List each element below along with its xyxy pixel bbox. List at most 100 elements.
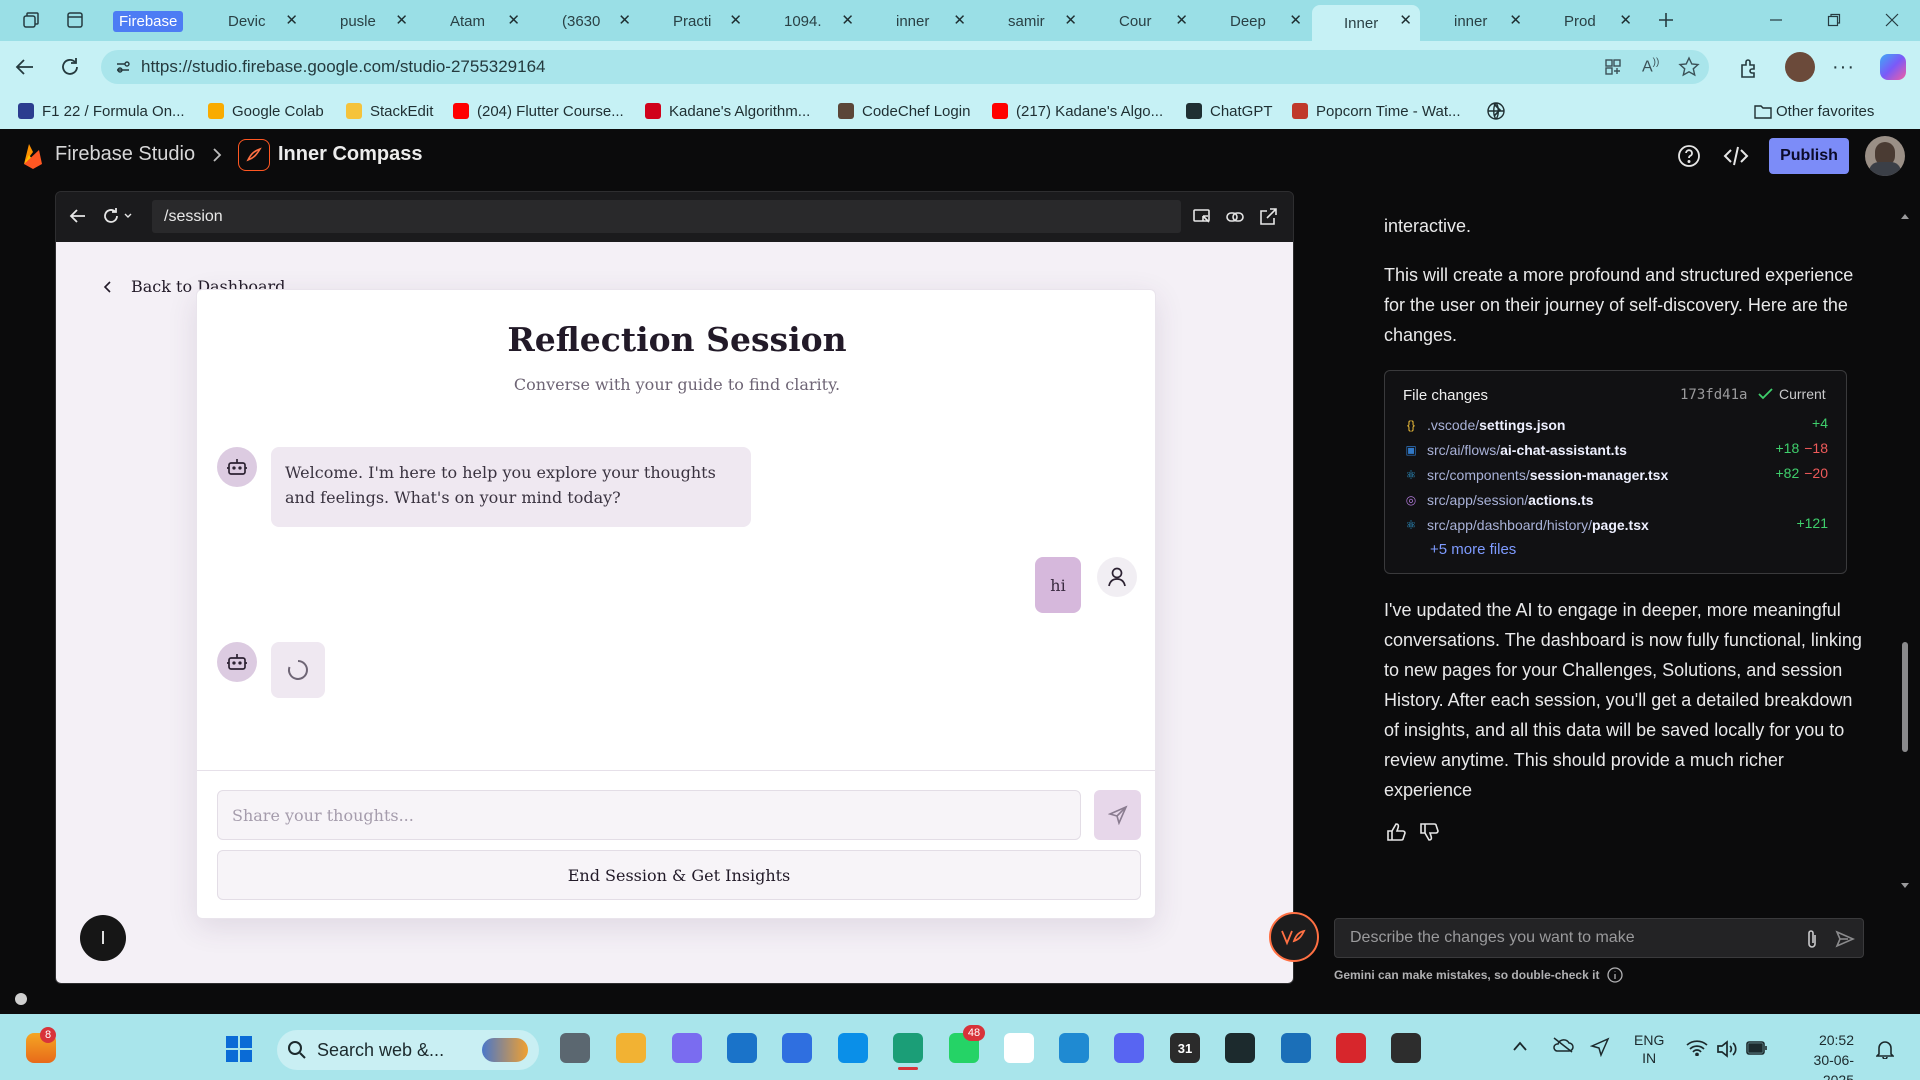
tab-close-icon[interactable]: ✕ [841, 11, 854, 29]
preview-path-input[interactable]: /session [152, 200, 1181, 233]
file-explorer-icon[interactable] [616, 1033, 646, 1063]
studio-brand[interactable]: Firebase Studio [55, 143, 195, 166]
other-favorites[interactable]: Other favorites [1754, 101, 1874, 121]
bookmark-item[interactable]: ChatGPT [1186, 101, 1273, 121]
user-avatar[interactable] [1865, 136, 1905, 176]
tab-close-icon[interactable]: ✕ [953, 11, 966, 29]
preview-reload-icon[interactable] [102, 206, 134, 226]
vertical-tabs-icon[interactable] [64, 9, 86, 31]
browser-tab[interactable]: 1094. ✕ [752, 5, 862, 37]
battery-icon[interactable] [1746, 1041, 1768, 1055]
attach-icon[interactable] [1806, 929, 1818, 949]
url-input[interactable]: https://studio.firebase.google.com/studi… [101, 50, 1709, 84]
tab-close-icon[interactable]: ✕ [285, 11, 298, 29]
back-icon[interactable] [14, 56, 36, 78]
chat-scrollbar[interactable] [1900, 212, 1910, 892]
more-files-link[interactable]: +5 more files [1430, 541, 1516, 558]
browser-tab[interactable]: Firebase [105, 5, 196, 37]
notifications-bell-icon[interactable] [1876, 1039, 1894, 1059]
vscode-icon[interactable] [1059, 1033, 1089, 1063]
favorite-star-icon[interactable] [1678, 56, 1700, 78]
bookmark-item[interactable]: Kadane's Algorithm... [645, 101, 810, 121]
browser-tab[interactable]: inner ✕ [1422, 5, 1530, 37]
whatsapp-icon[interactable]: 48 [949, 1025, 985, 1063]
browser-tab[interactable]: Prod ✕ [1532, 5, 1640, 37]
workspaces-icon[interactable] [20, 9, 42, 31]
read-aloud-icon[interactable]: A)) [1642, 57, 1659, 76]
close-window-icon[interactable] [1881, 9, 1903, 31]
file-change-row[interactable]: ⚛ src/app/dashboard/history/page.tsx +121 [1403, 515, 1828, 535]
profile-avatar[interactable] [1785, 52, 1815, 82]
thumbs-down-icon[interactable] [1419, 822, 1441, 842]
language-indicator[interactable]: ENG IN [1634, 1031, 1664, 1067]
calendar-icon[interactable]: 31 [1170, 1033, 1200, 1063]
microsoft-store-icon[interactable] [782, 1033, 812, 1063]
tab-close-icon[interactable]: ✕ [1619, 11, 1632, 29]
site-info-icon[interactable] [115, 59, 131, 75]
extensions-icon[interactable] [1738, 57, 1760, 79]
gemini-agent-avatar[interactable] [1269, 912, 1319, 962]
help-icon[interactable] [1677, 144, 1701, 168]
browser-tab[interactable]: Deep ✕ [1198, 5, 1310, 37]
reload-icon[interactable] [59, 56, 81, 78]
acrobat-icon[interactable] [1336, 1033, 1366, 1063]
tab-close-icon[interactable]: ✕ [1399, 11, 1412, 29]
browser-tab[interactable]: Inner ✕ [1312, 5, 1420, 41]
more-menu-icon[interactable]: ··· [1832, 56, 1855, 79]
tab-close-icon[interactable]: ✕ [1289, 11, 1302, 29]
onedrive-off-icon[interactable] [1552, 1036, 1574, 1054]
browser-tab[interactable]: (3630 ✕ [530, 5, 639, 37]
tab-close-icon[interactable]: ✕ [729, 11, 742, 29]
tab-close-icon[interactable]: ✕ [395, 11, 408, 29]
myhp-icon[interactable] [727, 1033, 757, 1063]
browser-tab[interactable]: Practi ✕ [641, 5, 750, 37]
inspect-element-icon[interactable] [1192, 207, 1212, 227]
open-external-icon[interactable] [1258, 207, 1278, 227]
minimize-icon[interactable] [1765, 9, 1787, 31]
copilot-icon[interactable] [1880, 54, 1906, 80]
browser-tab[interactable]: samir ✕ [976, 5, 1085, 37]
publish-button[interactable]: Publish [1769, 138, 1849, 174]
bookmark-item[interactable]: CodeChef Login [838, 101, 970, 121]
bookmark-item[interactable]: StackEdit [346, 101, 433, 121]
browser-tab[interactable]: Atam ✕ [418, 5, 528, 37]
app-available-icon[interactable] [1603, 57, 1623, 77]
clock[interactable]: 20:52 30-06-2025 [1784, 1030, 1854, 1080]
get-help-icon[interactable] [838, 1033, 868, 1063]
thumbs-up-icon[interactable] [1386, 822, 1408, 842]
info-icon[interactable] [1607, 967, 1624, 983]
bookmark-item[interactable]: F1 22 / Formula On... [18, 101, 185, 121]
terminal-icon[interactable] [1391, 1033, 1421, 1063]
browser-tab[interactable]: pusle ✕ [308, 5, 416, 37]
tab-close-icon[interactable]: ✕ [1064, 11, 1077, 29]
task-view-icon[interactable] [560, 1033, 590, 1063]
link-icon[interactable] [1225, 207, 1245, 227]
restore-icon[interactable] [1823, 9, 1845, 31]
edge-browser-icon[interactable] [893, 1033, 923, 1070]
preview-back-icon[interactable] [68, 206, 88, 226]
end-session-button[interactable]: End Session & Get Insights [217, 850, 1141, 900]
copilot-app-icon[interactable] [672, 1033, 702, 1063]
bookmark-item[interactable]: (217) Kadane's Algo... [992, 101, 1163, 121]
file-change-row[interactable]: ◎ src/app/session/actions.ts [1403, 490, 1828, 510]
file-change-row[interactable]: ⚛ src/components/session-manager.tsx +82 −2… [1403, 465, 1828, 485]
location-icon[interactable] [1590, 1037, 1610, 1057]
project-name[interactable]: Inner Compass [278, 143, 422, 166]
file-change-row[interactable]: ▣ src/ai/flows/ai-chat-assistant.ts +18 −18 [1403, 440, 1828, 460]
chatgpt-app-icon[interactable] [1225, 1033, 1255, 1063]
send-button[interactable] [1094, 790, 1141, 840]
bookmark-item[interactable]: Popcorn Time - Wat... [1292, 101, 1461, 121]
code-view-icon[interactable] [1723, 145, 1749, 167]
tray-overflow-chevron-icon[interactable] [1512, 1040, 1528, 1052]
new-tab-icon[interactable] [1655, 9, 1677, 31]
browser-tab[interactable]: Cour ✕ [1087, 5, 1196, 37]
chat-prompt-input[interactable]: Describe the changes you want to make [1334, 918, 1864, 958]
start-windows-icon[interactable] [226, 1036, 252, 1062]
thoughts-input[interactable]: Share your thoughts... [217, 790, 1081, 840]
tab-close-icon[interactable]: ✕ [1509, 11, 1522, 29]
bookmark-item[interactable]: (204) Flutter Course... [453, 101, 624, 121]
wifi-icon[interactable] [1686, 1040, 1708, 1056]
discord-icon[interactable] [1114, 1033, 1144, 1063]
file-change-row[interactable]: {} .vscode/settings.json +4 [1403, 415, 1828, 435]
weather-widget-icon[interactable]: 8 [26, 1027, 56, 1063]
